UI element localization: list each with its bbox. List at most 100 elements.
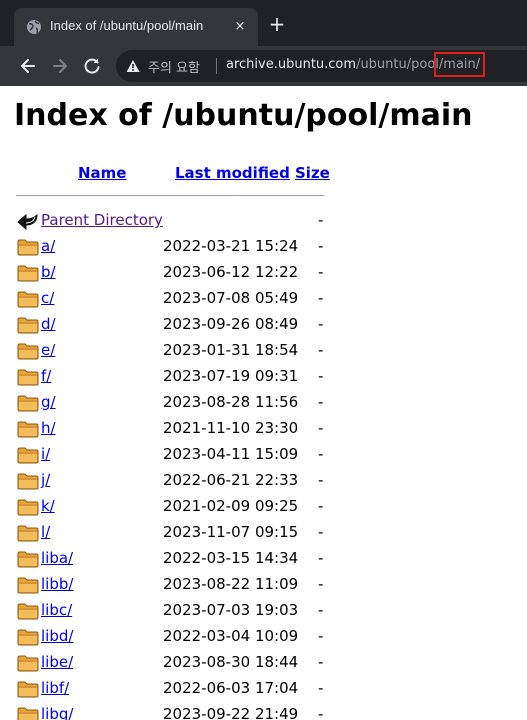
directory-link[interactable]: k/ bbox=[41, 497, 55, 515]
entry-size: - bbox=[318, 393, 324, 411]
security-warning-label[interactable]: 주의 요함 bbox=[148, 57, 200, 76]
omnibox-separator bbox=[216, 58, 217, 74]
directory-link[interactable]: i/ bbox=[41, 445, 50, 463]
folder-icon bbox=[17, 447, 39, 464]
tab-strip: Index of /ubuntu/pool/main × + bbox=[0, 0, 527, 46]
table-row: libc/2023-07-03 19:03 - bbox=[0, 598, 340, 624]
entry-size: - bbox=[318, 263, 324, 281]
entry-size: - bbox=[318, 575, 324, 593]
directory-link[interactable]: d/ bbox=[41, 315, 56, 333]
entry-size: - bbox=[318, 653, 324, 671]
new-tab-button[interactable]: + bbox=[268, 14, 286, 34]
url-text[interactable]: archive.ubuntu.com/ubuntu/pool/main/ bbox=[226, 52, 486, 77]
entry-size: - bbox=[318, 289, 324, 307]
last-modified: 2022-06-21 22:33 bbox=[163, 471, 299, 489]
directory-link[interactable]: b/ bbox=[41, 263, 56, 281]
address-bar[interactable]: 주의 요함 archive.ubuntu.com/ubuntu/pool/mai… bbox=[116, 50, 527, 82]
last-modified: 2023-08-22 11:09 bbox=[163, 575, 299, 593]
last-modified: 2023-06-12 12:22 bbox=[163, 263, 299, 281]
table-row: l/2023-11-07 09:15 - bbox=[0, 520, 340, 546]
active-tab[interactable]: Index of /ubuntu/pool/main × bbox=[14, 8, 258, 46]
entry-size: - bbox=[318, 341, 324, 359]
table-row: d/2023-09-26 08:49 - bbox=[0, 312, 340, 338]
directory-link[interactable]: f/ bbox=[41, 367, 51, 385]
table-row: i/2023-04-11 15:09 - bbox=[0, 442, 340, 468]
directory-link[interactable]: g/ bbox=[41, 393, 56, 411]
parent-directory-row: Parent Directory - bbox=[0, 208, 340, 234]
table-row: b/2023-06-12 12:22 - bbox=[0, 260, 340, 286]
folder-icon bbox=[17, 265, 39, 282]
folder-icon bbox=[17, 473, 39, 490]
last-modified: 2023-04-11 15:09 bbox=[163, 445, 299, 463]
directory-link[interactable]: h/ bbox=[41, 419, 56, 437]
directory-link[interactable]: e/ bbox=[41, 341, 55, 359]
folder-icon bbox=[17, 369, 39, 386]
warning-triangle-icon[interactable] bbox=[126, 59, 140, 73]
entry-size: - bbox=[318, 679, 324, 697]
table-row: liba/2022-03-15 14:34 - bbox=[0, 546, 340, 572]
last-modified: 2023-08-30 18:44 bbox=[163, 653, 299, 671]
parent-directory-link[interactable]: Parent Directory bbox=[41, 211, 163, 229]
folder-icon bbox=[17, 343, 39, 360]
table-row: libb/2023-08-22 11:09 - bbox=[0, 572, 340, 598]
last-modified: 2022-03-04 10:09 bbox=[163, 627, 299, 645]
table-row: libe/2023-08-30 18:44 - bbox=[0, 650, 340, 676]
entry-size: - bbox=[318, 367, 324, 385]
directory-link[interactable]: libe/ bbox=[41, 653, 73, 671]
folder-icon bbox=[17, 499, 39, 516]
tab-title: Index of /ubuntu/pool/main bbox=[50, 18, 204, 33]
forward-arrow-icon[interactable] bbox=[50, 56, 70, 76]
folder-icon bbox=[17, 291, 39, 308]
last-modified: 2023-01-31 18:54 bbox=[163, 341, 299, 359]
url-path: /ubuntu/pool bbox=[356, 57, 439, 72]
url-host: archive.ubuntu.com bbox=[226, 57, 357, 72]
last-modified: 2023-07-19 09:31 bbox=[163, 367, 299, 385]
directory-link[interactable]: libc/ bbox=[41, 601, 72, 619]
last-modified: 2021-02-09 09:25 bbox=[163, 497, 299, 515]
last-modified: 2023-09-22 21:49 bbox=[163, 705, 299, 720]
folder-icon bbox=[17, 525, 39, 542]
reload-icon[interactable] bbox=[82, 56, 102, 76]
last-modified: 2022-06-03 17:04 bbox=[163, 679, 299, 697]
directory-link[interactable]: l/ bbox=[41, 523, 50, 541]
entry-size: - bbox=[318, 497, 324, 515]
last-modified: 2021-11-10 23:30 bbox=[163, 419, 299, 437]
entry-size: - bbox=[318, 523, 324, 541]
directory-link[interactable]: libb/ bbox=[41, 575, 73, 593]
url-path-highlight: /main/ bbox=[433, 52, 486, 77]
back-arrow-icon[interactable] bbox=[18, 56, 38, 76]
entry-size: - bbox=[318, 237, 324, 255]
entry-size: - bbox=[318, 471, 324, 489]
last-modified: 2023-07-08 05:49 bbox=[163, 289, 299, 307]
table-row: libd/2022-03-04 10:09 - bbox=[0, 624, 340, 650]
folder-icon bbox=[17, 655, 39, 672]
listing-header: Name Last modified Size bbox=[0, 164, 340, 186]
table-row: libf/2022-06-03 17:04 - bbox=[0, 676, 340, 702]
close-tab-icon[interactable]: × bbox=[232, 19, 248, 35]
table-row: c/2023-07-08 05:49 - bbox=[0, 286, 340, 312]
folder-icon bbox=[17, 317, 39, 334]
directory-link[interactable]: libg/ bbox=[41, 705, 73, 720]
browser-toolbar: 주의 요함 archive.ubuntu.com/ubuntu/pool/mai… bbox=[0, 46, 527, 86]
entry-size: - bbox=[318, 627, 324, 645]
directory-link[interactable]: liba/ bbox=[41, 549, 73, 567]
directory-link[interactable]: c/ bbox=[41, 289, 54, 307]
parent-size: - bbox=[318, 211, 324, 229]
directory-link[interactable]: j/ bbox=[41, 471, 50, 489]
table-row: g/2023-08-28 11:56 - bbox=[0, 390, 340, 416]
table-row: h/2021-11-10 23:30 - bbox=[0, 416, 340, 442]
sort-by-modified-link[interactable]: Last modified bbox=[175, 164, 290, 182]
sort-by-size-link[interactable]: Size bbox=[295, 164, 330, 182]
directory-link[interactable]: a/ bbox=[41, 237, 55, 255]
entry-size: - bbox=[318, 601, 324, 619]
directory-link[interactable]: libf/ bbox=[41, 679, 69, 697]
entry-size: - bbox=[318, 705, 324, 720]
folder-icon bbox=[17, 629, 39, 646]
directory-link[interactable]: libd/ bbox=[41, 627, 73, 645]
page-content: Index of /ubuntu/pool/main Name Last mod… bbox=[0, 86, 527, 720]
table-row: a/2022-03-21 15:24 - bbox=[0, 234, 340, 260]
last-modified: 2022-03-15 14:34 bbox=[163, 549, 299, 567]
folder-icon bbox=[17, 239, 39, 256]
sort-by-name-link[interactable]: Name bbox=[78, 164, 126, 182]
table-row: f/2023-07-19 09:31 - bbox=[0, 364, 340, 390]
